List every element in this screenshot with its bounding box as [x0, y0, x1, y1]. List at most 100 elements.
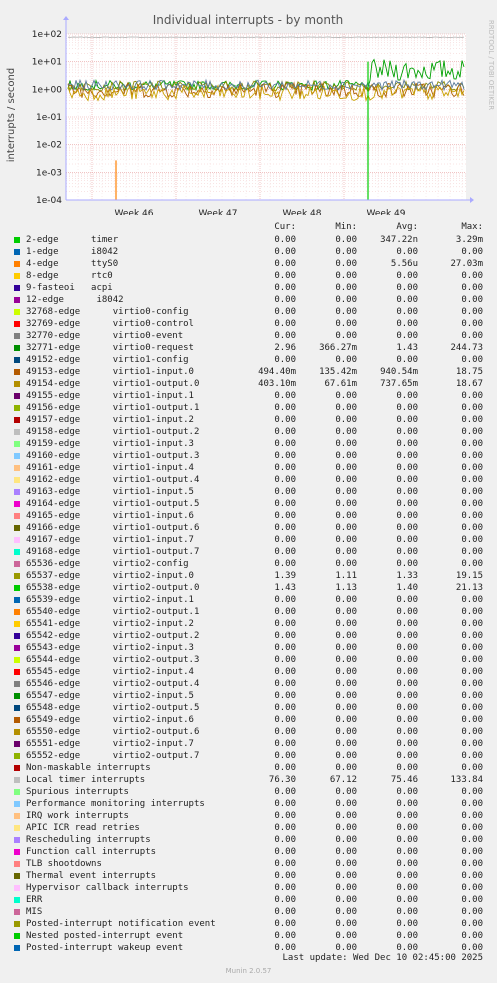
legend-row: 49159-edge virtio1-input.3 0.00 0.00 0.00 0.… — [0, 438, 497, 450]
legend-swatch — [14, 813, 20, 819]
legend-label: 32770-edge virtio0-event — [26, 331, 184, 341]
legend-swatch — [14, 765, 20, 771]
y-tick-label: 1e-01 — [36, 113, 62, 123]
legend-row: 49157-edge virtio1-input.2 0.00 0.00 0.00 0.… — [0, 414, 497, 426]
legend-label: 49168-edge virtio1-output.7 — [26, 547, 200, 557]
legend-swatch — [14, 693, 20, 699]
legend-avg-value: 0.00 — [396, 475, 418, 485]
legend-label: 49159-edge virtio1-input.3 — [26, 439, 194, 449]
legend-max-value: 0.00 — [461, 787, 483, 797]
munin-version: Munin 2.0.57 — [225, 967, 272, 975]
legend-swatch — [14, 333, 20, 339]
legend-label: 9-fasteoi acpi — [26, 283, 113, 293]
legend-min-value: 0.00 — [335, 739, 357, 749]
legend-label: 65546-edge virtio2-output.4 — [26, 679, 200, 689]
legend-row: 1-edge i8042 0.00 0.00 0.00 0.00 — [0, 246, 497, 258]
legend-cur-value: 0.00 — [274, 355, 296, 365]
legend-row: 49168-edge virtio1-output.7 0.00 0.00 0.00 0… — [0, 546, 497, 558]
legend-cur-value: 1.39 — [274, 571, 296, 581]
legend-label: 49163-edge virtio1-input.5 — [26, 487, 194, 497]
legend-min-value: 0.00 — [335, 919, 357, 929]
legend-min-value: 0.00 — [335, 259, 357, 269]
legend-cur-value: 0.00 — [274, 595, 296, 605]
legend-row: 49166-edge virtio1-output.6 0.00 0.00 0.00 0… — [0, 522, 497, 534]
legend-max-value: 0.00 — [461, 403, 483, 413]
legend-max-value: 0.00 — [461, 811, 483, 821]
legend-row: 8-edge rtc0 0.00 0.00 0.00 0.00 — [0, 270, 497, 282]
legend-cur-value: 0.00 — [274, 451, 296, 461]
legend-label: Performance monitoring interrupts — [26, 799, 205, 809]
legend-cur-value: 0.00 — [274, 907, 296, 917]
legend-min-value: 0.00 — [335, 823, 357, 833]
legend-cur-value: 494.40m — [258, 367, 296, 377]
legend-cur-value: 1.43 — [274, 583, 296, 593]
legend-cur-value: 0.00 — [274, 787, 296, 797]
legend-avg-value: 0.00 — [396, 403, 418, 413]
legend-max-value: 0.00 — [461, 439, 483, 449]
legend-max-value: 0.00 — [461, 607, 483, 617]
legend-row: Rescheduling interrupts 0.00 0.00 0.00 0.00 — [0, 834, 497, 846]
legend-label: 49164-edge virtio1-output.5 — [26, 499, 200, 509]
legend-label: 4-edge ttyS0 — [26, 259, 119, 269]
legend-swatch — [14, 633, 20, 639]
legend-swatch — [14, 933, 20, 939]
legend-label: 65551-edge virtio2-input.7 — [26, 739, 194, 749]
legend-cur-value: 2.96 — [274, 343, 296, 353]
legend-min-value: 0.00 — [335, 511, 357, 521]
legend-min-value: 135.42m — [319, 367, 357, 377]
legend-row: ERR 0.00 0.00 0.00 0.00 — [0, 894, 497, 906]
legend-swatch — [14, 861, 20, 867]
legend-min-value: 0.00 — [335, 619, 357, 629]
legend-min-value: 0.00 — [335, 727, 357, 737]
legend-avg-value: 0.00 — [396, 787, 418, 797]
legend-min-value: 0.00 — [335, 499, 357, 509]
legend-label: APIC ICR read retries — [26, 823, 140, 833]
legend-swatch — [14, 537, 20, 543]
legend-cur-value: 0.00 — [274, 739, 296, 749]
legend-max-value: 0.00 — [461, 415, 483, 425]
legend-swatch — [14, 681, 20, 687]
legend-row: 32768-edge virtio0-config 0.00 0.00 0.00 0.0… — [0, 306, 497, 318]
legend-row: 65546-edge virtio2-output.4 0.00 0.00 0.00 0… — [0, 678, 497, 690]
legend-max-value: 0.00 — [461, 595, 483, 605]
legend-label: 65545-edge virtio2-input.4 — [26, 667, 194, 677]
legend-avg-value: 0.00 — [396, 511, 418, 521]
legend-row: Nested posted-interrupt event 0.00 0.00 0.0… — [0, 930, 497, 942]
legend-avg-value: 0.00 — [396, 763, 418, 773]
legend-max-value: 0.00 — [461, 523, 483, 533]
legend-row: 65538-edge virtio2-output.0 1.43 1.13 1.40 2… — [0, 582, 497, 594]
legend-max-value: 244.73 — [450, 343, 483, 353]
legend-cur-value: 0.00 — [274, 307, 296, 317]
legend-avg-value: 0.00 — [396, 811, 418, 821]
legend-row: 49165-edge virtio1-input.6 0.00 0.00 0.00 0.… — [0, 510, 497, 522]
legend-min-value: 0.00 — [335, 931, 357, 941]
legend-min-value: 0.00 — [335, 295, 357, 305]
legend-cur-value: 0.00 — [274, 799, 296, 809]
legend-avg-value: 0.00 — [396, 859, 418, 869]
legend-max-value: 0.00 — [461, 691, 483, 701]
y-tick-label: 1e+02 — [32, 30, 62, 40]
legend-swatch — [14, 657, 20, 663]
legend-label: 65539-edge virtio2-input.1 — [26, 595, 194, 605]
legend-swatch — [14, 525, 20, 531]
legend-cur-value: 0.00 — [274, 607, 296, 617]
legend-label: 32769-edge virtio0-control — [26, 319, 194, 329]
legend-label: Posted-interrupt notification event — [26, 919, 216, 929]
legend-min-value: 1.13 — [335, 583, 357, 593]
legend-avg-value: 0.00 — [396, 643, 418, 653]
legend-max-value: 0.00 — [461, 283, 483, 293]
chart-area: Individual interrupts - by month interru… — [0, 0, 497, 215]
legend-swatch — [14, 273, 20, 279]
x-tick-label: Week 48 — [283, 209, 322, 215]
legend-max-value: 0.00 — [461, 823, 483, 833]
legend-cur-value: 0.00 — [274, 475, 296, 485]
legend-cur-value: 0.00 — [274, 847, 296, 857]
legend-swatch — [14, 261, 20, 267]
x-tick-label: Week 46 — [115, 209, 154, 215]
legend-cur-value: 0.00 — [274, 883, 296, 893]
legend-label: 49156-edge virtio1-output.1 — [26, 403, 200, 413]
legend-avg-value: 0.00 — [396, 919, 418, 929]
y-tick-label: 1e+01 — [32, 58, 62, 68]
legend-max-value: 21.13 — [455, 583, 483, 593]
legend-row: 32771-edge virtio0-request 2.96 366.27m 1.4… — [0, 342, 497, 354]
